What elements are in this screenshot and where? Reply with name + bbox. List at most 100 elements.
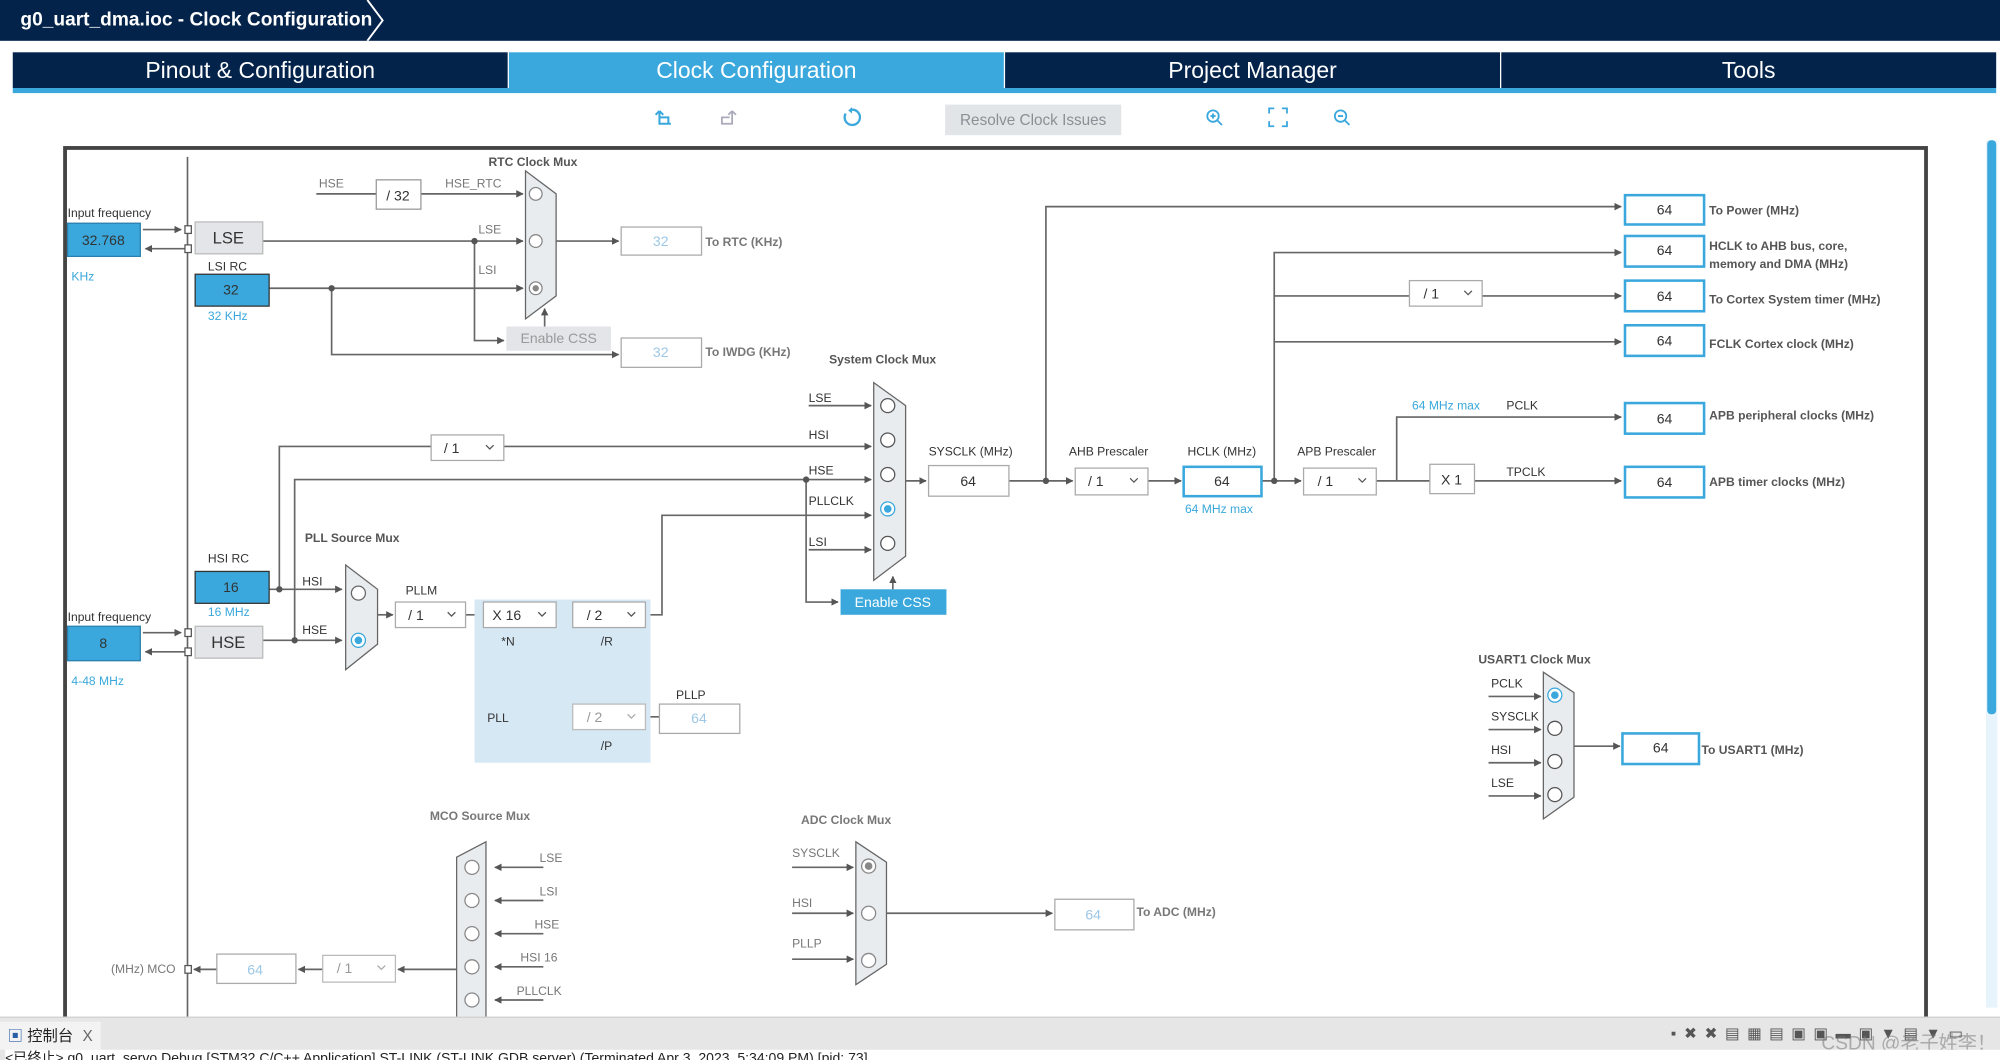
adc-mux-radio-pllp[interactable] — [860, 952, 877, 969]
pin-connector — [184, 647, 192, 657]
usart-mux-radio-lse[interactable] — [1547, 786, 1563, 803]
rtc-mux-radio-lse[interactable] — [528, 234, 543, 249]
rtc-hse-divider-value: / 32 — [386, 187, 410, 203]
usart-mux-radio-selected-dot — [1551, 691, 1559, 699]
pllr-value: / 2 — [587, 607, 603, 623]
hclk-label: HCLK (MHz) — [1187, 444, 1256, 458]
output-hclk-ahb: 64 HCLK to AHB bus, core, memory and DMA (… — [1623, 234, 1848, 271]
mco-output-label: (MHz) MCO — [111, 962, 176, 976]
apb-prescaler-dropdown[interactable]: / 1 — [1302, 467, 1377, 496]
vertical-scrollbar[interactable] — [1985, 140, 1998, 1008]
output-label: HCLK to AHB bus, core, — [1709, 239, 1847, 253]
mco-input-lsi: LSI — [540, 884, 558, 898]
pllm-dropdown[interactable]: / 1 — [394, 601, 467, 629]
clock-wire — [278, 445, 432, 590]
iwdg-output-value: 32 — [653, 344, 669, 360]
ahb-prescaler-label: AHB Prescaler — [1069, 444, 1148, 458]
apb-timer-multiplier-value: X 1 — [1441, 472, 1462, 488]
sys-mux-input-lsi: LSI — [809, 535, 827, 549]
rtc-input-lse: LSE — [478, 222, 501, 236]
output-cortex-timer: 64 To Cortex System timer (MHz) — [1623, 279, 1881, 313]
pll-source-mux — [345, 563, 379, 671]
rtc-mux-radio-hse-rtc[interactable] — [528, 186, 543, 201]
mco-mux-radio-lse[interactable] — [464, 859, 480, 875]
hclk-max: 64 MHz max — [1185, 502, 1253, 516]
cortex-timer-divider-dropdown[interactable]: / 1 — [1408, 279, 1483, 307]
pin-connector — [184, 964, 192, 974]
sysclk-value: 64 — [960, 473, 976, 489]
pll-mux-input-hse: HSE — [302, 623, 327, 637]
console-close-button[interactable]: X — [83, 1027, 93, 1045]
pllm-label: PLLM — [406, 583, 438, 597]
hsi-sys-divider-dropdown[interactable]: / 1 — [430, 434, 505, 462]
junction-dot — [1042, 477, 1050, 485]
usart1-output-label: To USART1 (MHz) — [1702, 743, 1804, 757]
cortex-timer-divider-value: / 1 — [1423, 285, 1439, 301]
diagram-frame — [63, 146, 1928, 1017]
output-to-power: 64 To Power (MHz) — [1623, 193, 1799, 226]
rtc-input-lsi: LSI — [478, 263, 496, 277]
mco-input-hse: HSE — [534, 918, 559, 932]
lse-block-label: LSE — [213, 229, 244, 248]
pllr-dropdown[interactable]: / 2 — [572, 601, 647, 629]
console-icon: ▣ — [7, 1026, 23, 1045]
mco-mux-radio-lsi[interactable] — [464, 892, 480, 909]
sysclk-label: SYSCLK (MHz) — [929, 444, 1013, 458]
clock-wire — [473, 241, 505, 345]
usart-mux-radio-sysclk[interactable] — [1547, 720, 1563, 736]
pclk-label: PCLK — [1506, 398, 1538, 412]
plln-value: X 16 — [492, 607, 521, 623]
pllp-dropdown[interactable]: / 2 — [572, 703, 647, 731]
mco-source-mux-title: MCO Source Mux — [430, 809, 531, 823]
ahb-prescaler-dropdown[interactable]: / 1 — [1074, 467, 1149, 496]
rtc-output-label: To RTC (KHz) — [705, 235, 782, 249]
hsi-rc-value: 16 — [223, 579, 239, 595]
sys-mux-radio-hsi[interactable] — [880, 432, 896, 448]
rtc-input-hse-rtc: HSE_RTC — [445, 176, 502, 190]
output-label: APB timer clocks (MHz) — [1709, 475, 1845, 489]
pllp-output-value: 64 — [691, 710, 707, 726]
lsi-rc-label: LSI RC — [208, 259, 247, 273]
pll-mux-radio-hsi[interactable] — [350, 585, 367, 601]
plln-dropdown[interactable]: X 16 — [482, 601, 557, 629]
mco-mux-radio-hse[interactable] — [464, 926, 480, 942]
mco-mux-radio-pllclk[interactable] — [464, 992, 480, 1008]
sys-mux-radio-lse[interactable] — [880, 397, 896, 414]
junction-dot — [276, 586, 283, 593]
output-label-line2: memory and DMA (MHz) — [1709, 257, 1848, 271]
system-clock-mux-title: System Clock Mux — [829, 353, 936, 367]
usart-mux-radio-hsi[interactable] — [1547, 753, 1563, 770]
sys-mux-radio-lsi[interactable] — [880, 535, 896, 552]
hse-input-label: Input frequency — [68, 610, 152, 624]
junction-dot — [471, 237, 478, 245]
rtc-enable-css-label: Enable CSS — [520, 330, 596, 346]
hse-input-value: 8 — [99, 635, 107, 651]
output-apb-peripheral: 64 APB peripheral clocks (MHz) — [1623, 401, 1874, 435]
mco-mux-radio-hsi16[interactable] — [464, 959, 480, 975]
adc-input-pllp: PLLP — [792, 937, 822, 951]
sys-mux-radio-hse[interactable] — [880, 466, 896, 483]
lsi-rc-value: 32 — [223, 282, 239, 298]
adc-mux-radio-selected-dot — [864, 862, 873, 870]
pclk-max: 64 MHz max — [1412, 398, 1480, 412]
output-label: To Power (MHz) — [1709, 203, 1799, 217]
pllp-div-label: /P — [601, 739, 612, 753]
output-value: 64 — [1657, 242, 1673, 258]
output-fclk: 64 FCLK Cortex clock (MHz) — [1623, 323, 1854, 358]
lse-input-unit: KHz — [71, 270, 94, 284]
output-value: 64 — [1657, 288, 1673, 304]
output-value: 64 — [1657, 410, 1673, 426]
iwdg-output-label: To IWDG (KHz) — [705, 345, 790, 359]
hse-block-label: HSE — [211, 633, 245, 652]
output-label: FCLK Cortex clock (MHz) — [1709, 337, 1854, 351]
scrollbar-thumb[interactable] — [1987, 140, 1997, 715]
console-tab[interactable]: ▣ 控制台 X — [0, 1021, 101, 1050]
adc-output-label: To ADC (MHz) — [1136, 905, 1215, 919]
clock-wire — [645, 511, 872, 616]
junction-dot — [802, 476, 810, 483]
adc-mux-radio-hsi[interactable] — [860, 905, 877, 921]
usart1-output-value: 64 — [1653, 740, 1669, 756]
pll-source-mux-title: PLL Source Mux — [305, 531, 400, 545]
mco-divider-dropdown[interactable]: / 1 — [322, 954, 397, 983]
tpclk-label: TPCLK — [1506, 465, 1545, 479]
